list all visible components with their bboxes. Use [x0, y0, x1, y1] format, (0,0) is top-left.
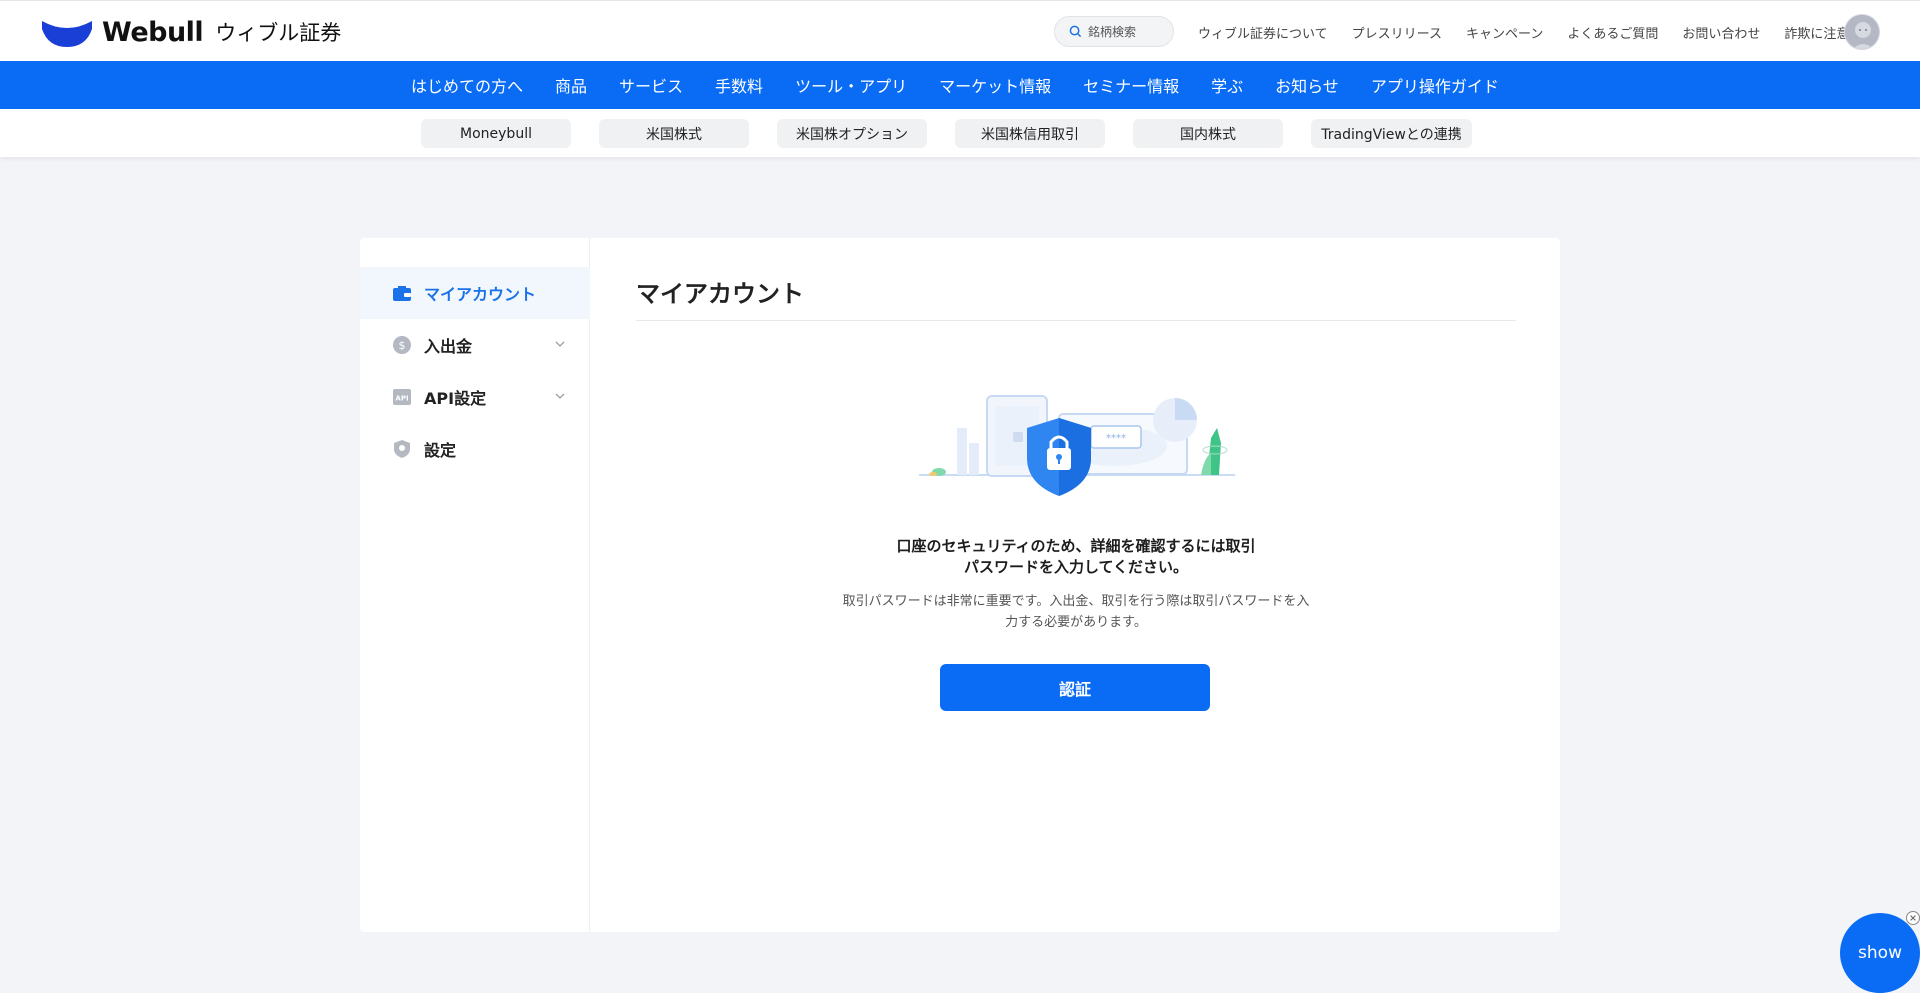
account-sidebar: マイアカウント $ 入出金 API API設定 設定 [360, 238, 590, 932]
nav-news[interactable]: お知らせ [1275, 73, 1339, 97]
sidebar-item-deposit-withdraw[interactable]: $ 入出金 [360, 319, 590, 371]
link-faq[interactable]: よくあるご質問 [1567, 23, 1658, 42]
main-nav: はじめての方へ 商品 サービス 手数料 ツール・アプリ マーケット情報 セミナー… [0, 61, 1920, 109]
sidebar-label-deposit-withdraw: 入出金 [424, 337, 473, 356]
sub-nav: Moneybull 米国株式 米国株オプション 米国株信用取引 国内株式 Tra… [0, 109, 1920, 157]
user-avatar[interactable] [1844, 14, 1880, 50]
svg-text:API: API [395, 395, 408, 403]
subnav-jp-stocks[interactable]: 国内株式 [1133, 119, 1283, 148]
subnav-us-options[interactable]: 米国株オプション [777, 119, 927, 148]
verify-button[interactable]: 認証 [940, 664, 1210, 711]
logo-wordmark: Webull [102, 16, 204, 48]
nav-learn[interactable]: 学ぶ [1211, 73, 1243, 97]
sidebar-item-my-account[interactable]: マイアカウント [360, 267, 590, 319]
security-message: 口座のセキュリティのため、詳細を確認するには取引 パスワードを入力してください。 [816, 536, 1336, 578]
subnav-tradingview[interactable]: TradingViewとの連携 [1311, 119, 1472, 148]
security-subtext-line2: 力する必要があります。 [1005, 615, 1147, 630]
avatar-icon [1845, 15, 1879, 49]
page-title: マイアカウント [636, 280, 804, 308]
security-subtext-line1: 取引パスワードは非常に重要です。入出金、取引を行う際は取引パスワードを入 [842, 594, 1310, 609]
dollar-coin-icon: $ [392, 335, 412, 355]
subnav-us-stocks[interactable]: 米国株式 [599, 119, 749, 148]
link-press[interactable]: プレスリリース [1352, 23, 1442, 42]
show-bubble-button[interactable]: show [1840, 913, 1920, 993]
top-header: Webull ウィブル証券 銘柄検索 ウィブル証券について プレスリリース キャ… [0, 0, 1920, 61]
shield-settings-icon [392, 439, 412, 459]
symbol-search[interactable]: 銘柄検索 [1054, 16, 1174, 47]
link-campaign[interactable]: キャンペーン [1466, 23, 1543, 42]
webull-logo-icon [42, 21, 92, 47]
subnav-moneybull[interactable]: Moneybull [421, 119, 571, 148]
top-links: ウィブル証券について プレスリリース キャンペーン よくあるご質問 お問い合わせ… [1198, 23, 1873, 42]
nav-services[interactable]: サービス [619, 73, 683, 97]
nav-app-guide[interactable]: アプリ操作ガイド [1371, 73, 1499, 97]
link-about[interactable]: ウィブル証券について [1198, 23, 1328, 42]
security-message-line2: パスワードを入力してください。 [963, 558, 1189, 576]
security-illustration: **** [919, 395, 1235, 496]
password-mask-text: **** [1106, 433, 1126, 444]
link-fraud-warning[interactable]: 詐欺に注意 [1784, 23, 1849, 42]
chevron-down-icon [555, 341, 565, 347]
sidebar-item-settings[interactable]: 設定 [360, 423, 590, 475]
logo-jp-text: ウィブル証券 [215, 21, 342, 45]
search-placeholder: 銘柄検索 [1088, 25, 1137, 39]
nav-beginners[interactable]: はじめての方へ [411, 73, 523, 97]
nav-tools-apps[interactable]: ツール・アプリ [795, 73, 907, 97]
security-subtext: 取引パスワードは非常に重要です。入出金、取引を行う際は取引パスワードを入 力する… [816, 591, 1336, 633]
sidebar-item-api-settings[interactable]: API API設定 [360, 371, 590, 423]
wallet-icon [392, 283, 412, 303]
nav-fees[interactable]: 手数料 [715, 73, 763, 97]
sidebar-label-my-account: マイアカウント [424, 285, 537, 304]
security-message-line1: 口座のセキュリティのため、詳細を確認するには取引 [896, 537, 1256, 555]
account-content: マイアカウント **** 口座のセキュリティのため、詳細を確認するには取引 パス… [591, 238, 1560, 932]
webull-logo[interactable]: Webull ウィブル証券 [40, 15, 341, 49]
link-contact[interactable]: お問い合わせ [1682, 23, 1760, 42]
nav-seminars[interactable]: セミナー情報 [1083, 73, 1179, 97]
api-icon: API [392, 387, 412, 407]
search-icon [1069, 25, 1082, 38]
title-divider [636, 320, 1516, 321]
sidebar-label-api-settings: API設定 [424, 389, 487, 408]
nav-products[interactable]: 商品 [555, 73, 587, 97]
svg-text:$: $ [399, 339, 406, 352]
chevron-down-icon [555, 393, 565, 399]
nav-market-info[interactable]: マーケット情報 [939, 73, 1051, 97]
account-card: マイアカウント $ 入出金 API API設定 設定 マイアカウント **** … [360, 238, 1560, 932]
close-icon[interactable] [1906, 911, 1920, 925]
subnav-us-margin[interactable]: 米国株信用取引 [955, 119, 1105, 148]
sidebar-label-settings: 設定 [424, 441, 457, 460]
